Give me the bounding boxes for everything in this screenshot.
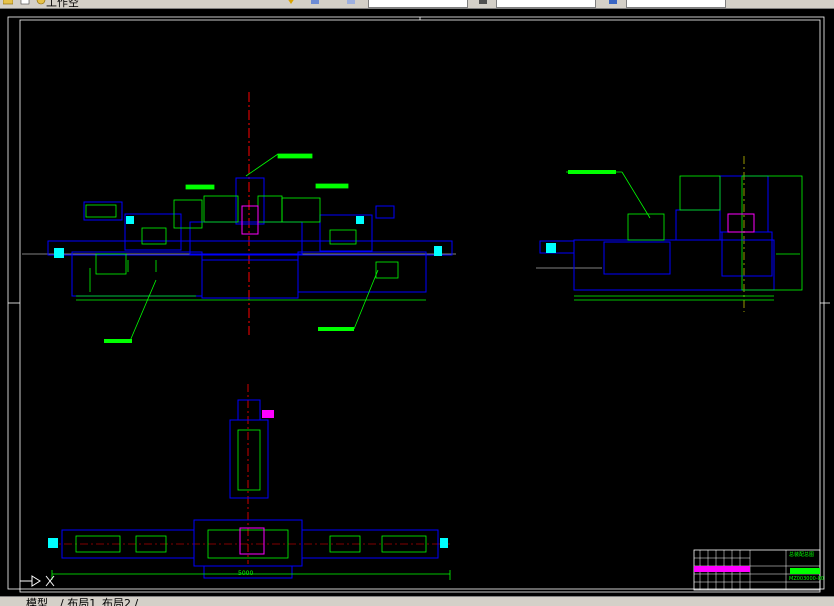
open-icon[interactable] — [20, 0, 30, 6]
table-style-dropdown[interactable] — [626, 0, 726, 8]
tab-model[interactable]: 模型 — [26, 597, 48, 606]
style-dropdown[interactable] — [496, 0, 596, 8]
layer-manager-icon[interactable] — [310, 0, 320, 6]
save-icon[interactable] — [36, 0, 46, 6]
workspace-label: 工作空 — [46, 0, 79, 9]
table-style-icon[interactable] — [608, 0, 618, 6]
overall-width-dimension: 5000 — [238, 570, 254, 577]
layout-tab-bar: 模型 / 布局1 布局2 / — [0, 596, 834, 606]
ucs-icon — [20, 575, 55, 587]
layer-previous-icon[interactable] — [346, 0, 356, 6]
title-block-name: 总装配总图 — [789, 552, 815, 558]
layer-dropdown[interactable] — [368, 0, 468, 8]
text-style-icon[interactable] — [478, 0, 488, 6]
folder-icon[interactable] — [3, 0, 13, 6]
tab-layout2[interactable]: 布局2 / — [102, 597, 138, 606]
layer-state-icon[interactable] — [286, 0, 296, 6]
toolbar: 工作空 — [0, 0, 834, 9]
drawing-canvas[interactable] — [0, 9, 834, 597]
title-block-code: MZ003000-00 — [789, 576, 824, 582]
tab-layout1[interactable]: / 布局1 — [60, 597, 96, 606]
